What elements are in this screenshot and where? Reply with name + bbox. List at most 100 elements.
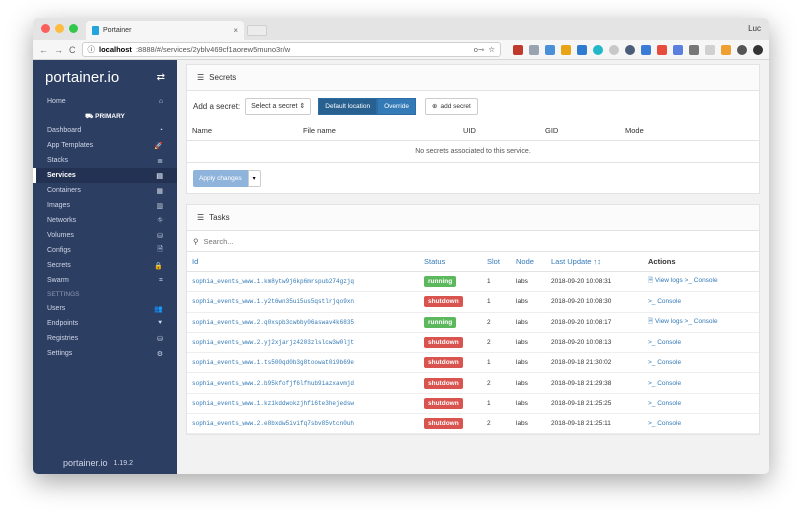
sidebar-item-swarm[interactable]: Swarm ⌗ — [33, 273, 177, 288]
sidebar-item-containers[interactable]: Containers ▦ — [33, 183, 177, 198]
search-input[interactable] — [203, 236, 404, 246]
add-secret-button[interactable]: ⊕ add secret — [425, 97, 478, 115]
actions-links[interactable]: >_ Console — [648, 359, 759, 366]
sidebar-item-images[interactable]: Images ▥ — [33, 198, 177, 213]
actions-links[interactable]: >_ Console — [648, 420, 759, 427]
profile-name[interactable]: Luc — [748, 24, 761, 33]
sidebar-item-volumes[interactable]: Volumes ⛁ — [33, 228, 177, 243]
actions-links[interactable]: >_ Console — [648, 339, 759, 346]
extension-icon[interactable] — [593, 44, 603, 55]
extension-icon[interactable] — [721, 44, 731, 55]
window-controls — [41, 24, 78, 33]
status-badge: shutdown — [424, 337, 463, 349]
key-icon[interactable]: o⊸ — [474, 45, 484, 54]
portainer-favicon-icon — [92, 26, 99, 35]
new-tab-button[interactable] — [247, 25, 267, 36]
reload-icon[interactable]: C — [69, 45, 76, 55]
tab-close-icon[interactable]: × — [233, 26, 238, 35]
forward-icon[interactable]: → — [54, 45, 63, 55]
tasks-table-header: Id Status Slot Node Last Update ↑↕ Actio… — [187, 252, 759, 272]
table-row: sophia_events_www.2.e8bxdw5ivifq7sbv85vt… — [187, 414, 759, 435]
extension-icon[interactable] — [529, 44, 539, 55]
portainer-app: portainer.io ⇄ Home ⌂ ⛟ PRIMARY Dashboar… — [33, 60, 769, 474]
extension-icon[interactable] — [689, 44, 699, 55]
column-header[interactable]: UID — [458, 126, 540, 135]
sidebar-item-app-templates[interactable]: App Templates 🚀 — [33, 138, 177, 153]
info-icon[interactable]: ⓘ — [88, 44, 96, 55]
extension-icon[interactable] — [513, 44, 523, 55]
status-cell: shutdown — [424, 377, 487, 389]
sidebar-item-endpoints[interactable]: Endpoints ⯆ — [33, 316, 177, 331]
column-header[interactable]: Name — [187, 126, 298, 135]
sidebar-item-users[interactable]: Users 👥 — [33, 301, 177, 316]
actions-links[interactable]: 🗎 View logs >_ Console — [648, 276, 759, 287]
task-id-link[interactable]: sophia_events_www.1.km8ytw9j6kp6mrspub27… — [187, 278, 424, 285]
extension-icon[interactable] — [641, 44, 651, 55]
portainer-logo[interactable]: portainer.io — [45, 69, 119, 86]
extension-icon[interactable] — [737, 44, 747, 55]
column-header-last-update[interactable]: Last Update ↑↕ — [551, 257, 648, 266]
actions-links[interactable]: 🗎 View logs >_ Console — [648, 317, 759, 328]
extension-icon[interactable] — [561, 44, 571, 55]
status-cell: shutdown — [424, 397, 487, 409]
status-badge: running — [424, 316, 457, 328]
column-header[interactable]: Mode — [620, 126, 644, 135]
extension-icon[interactable] — [705, 44, 715, 55]
maximize-window-icon[interactable] — [69, 24, 78, 33]
task-id-link[interactable]: sophia_events_www.2.e8bxdw5ivifq7sbv85vt… — [187, 420, 424, 427]
database-icon: ⛁ — [157, 335, 163, 343]
tasks-title: Tasks — [209, 213, 230, 222]
extension-icon[interactable] — [625, 44, 635, 55]
extension-icon[interactable] — [673, 44, 683, 55]
override-button[interactable]: Override — [377, 97, 417, 115]
sidebar-item-networks[interactable]: Networks ⛗ — [33, 213, 177, 228]
swap-endpoint-icon[interactable]: ⇄ — [157, 72, 165, 83]
column-header[interactable]: GID — [540, 126, 620, 135]
extension-icon[interactable] — [545, 44, 555, 55]
sidebar-item-registries[interactable]: Registries ⛁ — [33, 331, 177, 346]
extension-icon[interactable] — [577, 44, 587, 55]
column-header-slot[interactable]: Slot — [487, 257, 516, 266]
node-cell: labs — [516, 339, 528, 347]
sidebar-item-settings[interactable]: Settings ⚙ — [33, 346, 177, 361]
updated-cell: 2018-09-20 10:08:31 — [551, 278, 612, 286]
column-header-status[interactable]: Status — [424, 257, 487, 266]
actions-links[interactable]: >_ Console — [648, 380, 759, 387]
node-cell: labs — [516, 359, 528, 367]
extension-icon[interactable] — [753, 44, 763, 55]
sidebar-item-secrets[interactable]: Secrets 🔒 — [33, 258, 177, 273]
bookmark-star-icon[interactable]: ☆ — [488, 45, 495, 54]
task-id-link[interactable]: sophia_events_www.2.yj2xjarjz4203zlslcw3… — [187, 339, 424, 346]
task-id-link[interactable]: sophia_events_www.2.q0xspb3cwbby06aswav4… — [187, 319, 424, 326]
secret-select[interactable]: Select a secret ⇕ — [245, 97, 312, 115]
apply-changes-button[interactable]: Apply changes — [193, 169, 248, 187]
back-icon[interactable]: ← — [39, 45, 48, 55]
actions-links[interactable]: >_ Console — [648, 298, 759, 305]
apply-row: Apply changes ▾ — [187, 163, 759, 193]
task-id-link[interactable]: sophia_events_www.2.b95kfofjf6lfhub9iazx… — [187, 380, 424, 387]
column-header-node[interactable]: Node — [516, 257, 551, 266]
column-header[interactable]: File name — [298, 126, 458, 135]
task-id-link[interactable]: sophia_events_www.1.ts500qd0b3g8toowat0i… — [187, 359, 424, 366]
secrets-table-header: Name File name UID GID Mode — [187, 121, 759, 141]
minimize-window-icon[interactable] — [55, 24, 64, 33]
task-id-link[interactable]: sophia_events_www.1.y2t6wn35ui5us5qstlrj… — [187, 298, 424, 305]
sidebar-item-configs[interactable]: Configs 🗎 — [33, 243, 177, 258]
apply-dropdown-icon[interactable]: ▾ — [247, 169, 261, 187]
extension-icon[interactable] — [609, 44, 619, 55]
task-id-link[interactable]: sophia_events_www.1.kz1kddwokzjhfi6te3he… — [187, 400, 424, 407]
default-location-button[interactable]: Default location — [318, 97, 378, 115]
sidebar-item-home[interactable]: Home ⌂ — [33, 94, 177, 109]
browser-tab[interactable]: Portainer × — [86, 21, 244, 40]
sidebar-item-dashboard[interactable]: Dashboard ◔ — [33, 123, 177, 138]
url-input[interactable]: ⓘ localhost:8888/#/services/2yblv469cf1a… — [81, 42, 501, 57]
extension-icon[interactable] — [657, 44, 667, 55]
close-window-icon[interactable] — [41, 24, 50, 33]
sidebar-item-stacks[interactable]: Stacks ≣ — [33, 153, 177, 168]
sidebar-item-services[interactable]: Services ▤ — [33, 168, 177, 183]
sidebar-item-label: Dashboard — [47, 127, 82, 134]
column-header-id[interactable]: Id — [187, 257, 424, 266]
tasks-panel: ☰ Tasks ⚲ Id Status Slot Node Last Updat… — [186, 204, 760, 436]
sidebar-item-label: Configs — [47, 247, 71, 254]
actions-links[interactable]: >_ Console — [648, 400, 759, 407]
